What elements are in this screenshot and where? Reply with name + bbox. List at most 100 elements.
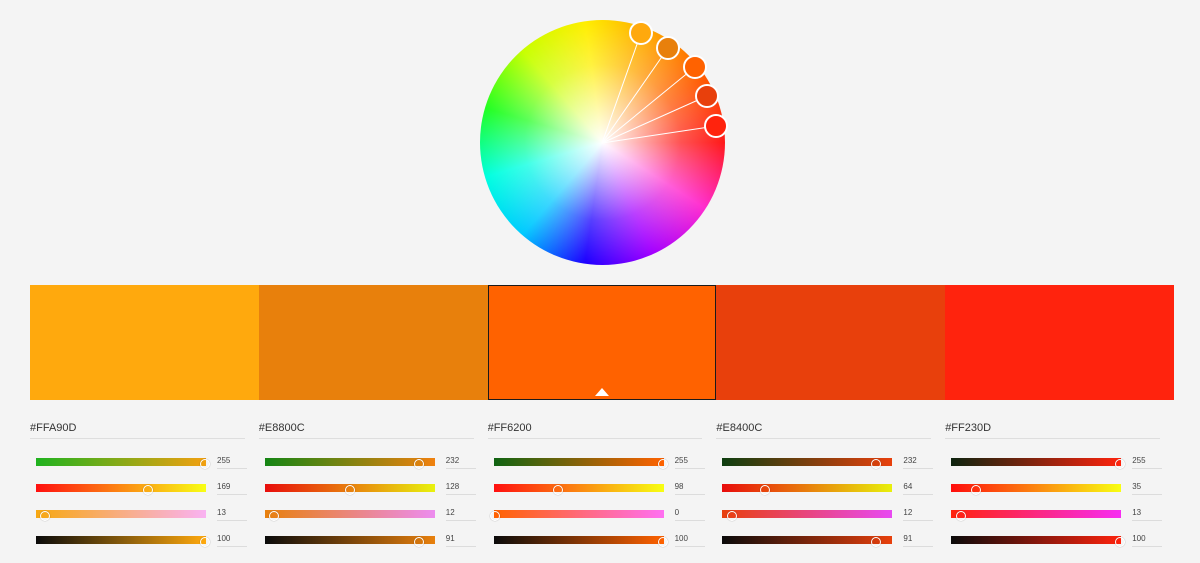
hex-field-row [258,418,474,439]
wheel-handle-4[interactable] [695,84,719,108]
slider-thumb[interactable] [871,537,882,547]
swatch-2[interactable] [258,285,488,400]
slider-value[interactable]: 12 [445,506,476,521]
slider-thumb[interactable] [142,485,153,495]
slider-row: 128 [264,480,476,495]
slider-thumb[interactable] [657,459,668,469]
slider-value[interactable]: 232 [445,454,476,469]
slider-track[interactable] [951,536,1126,547]
hex-input[interactable] [30,422,190,434]
slider-value[interactable]: 100 [1132,532,1163,547]
slider-value[interactable]: 64 [903,480,934,495]
slider-track[interactable] [722,536,893,547]
slider-track[interactable] [264,458,435,469]
slider-value[interactable]: 91 [445,532,476,547]
slider-value[interactable]: 91 [903,532,934,547]
slider-value[interactable]: 35 [1132,480,1163,495]
slider-thumb[interactable] [955,511,966,521]
slider-thumb[interactable] [40,511,51,521]
color-column-1: 255 169 13 100 [30,418,259,563]
slider-thumb[interactable] [726,511,737,521]
slider-value[interactable]: 0 [674,506,705,521]
slider-value[interactable]: 255 [674,454,705,469]
slider-row: 91 [264,532,476,547]
slider-value[interactable]: 255 [217,454,247,469]
slider-thumb[interactable] [871,459,882,469]
slider-row: 100 [36,532,247,547]
hex-field-row [30,418,245,439]
slider-track[interactable] [722,484,893,495]
wheel-handle-5[interactable] [704,114,728,138]
slider-track[interactable] [36,510,206,521]
slider-thumb[interactable] [413,537,424,547]
slider-value[interactable]: 169 [217,480,247,495]
slider-row: 100 [951,532,1163,547]
slider-thumb[interactable] [344,485,355,495]
slider-thumb[interactable] [553,485,564,495]
slider-row: 232 [264,454,476,469]
slider-track[interactable] [36,458,210,469]
hex-input[interactable] [716,422,877,434]
swatch-5[interactable] [945,285,1174,400]
slider-track[interactable] [264,536,435,547]
slider-track[interactable] [264,510,435,521]
slider-thumb[interactable] [657,537,668,547]
slider-thumb[interactable] [1115,459,1126,469]
slider-track[interactable] [951,484,1122,495]
hex-field-row [945,418,1160,439]
slider-track[interactable] [951,458,1126,469]
slider-track[interactable] [493,484,664,495]
swatch-1[interactable] [30,285,259,400]
slider-track[interactable] [493,458,668,469]
slider-row: 255 [493,454,705,469]
slider-thumb[interactable] [1115,537,1126,547]
color-wheel-handles[interactable] [470,10,740,280]
swatch-3[interactable] [487,285,717,400]
slider-track[interactable] [489,510,664,521]
color-controls: 255 169 13 100 232 128 12 91 255 98 0 100 232 64 12… [30,418,1174,563]
slider-row: 35 [951,480,1163,495]
hex-input[interactable] [487,422,648,434]
slider-row: 0 [489,506,705,521]
swatch-4[interactable] [716,285,946,400]
slider-track[interactable] [493,536,668,547]
slider-value[interactable]: 255 [1132,454,1163,469]
slider-row: 232 [722,454,934,469]
hex-field-row [716,418,932,439]
hex-input[interactable] [945,422,1106,434]
slider-track[interactable] [36,536,210,547]
slider-value[interactable]: 98 [674,480,705,495]
slider-thumb[interactable] [269,511,280,521]
slider-thumb[interactable] [970,485,981,495]
slider-thumb[interactable] [760,485,771,495]
slider-thumb[interactable] [413,459,424,469]
slider-track[interactable] [264,484,435,495]
slider-value[interactable]: 12 [903,506,934,521]
slider-track[interactable] [36,484,206,495]
wheel-handle-1[interactable] [629,21,653,45]
slider-thumb[interactable] [200,459,210,469]
slider-value[interactable]: 13 [1132,506,1163,521]
color-column-2: 232 128 12 91 [258,418,488,563]
slider-value[interactable]: 232 [903,454,934,469]
slider-value[interactable]: 100 [217,532,247,547]
wheel-handle-3[interactable] [683,55,707,79]
slider-value[interactable]: 128 [445,480,476,495]
slider-value[interactable]: 13 [217,506,247,521]
slider-track[interactable] [951,510,1122,521]
slider-value[interactable]: 100 [674,532,705,547]
slider-row: 12 [264,506,476,521]
slider-row: 98 [493,480,705,495]
slider-track[interactable] [722,510,893,521]
slider-thumb[interactable] [489,511,500,521]
color-column-4: 232 64 12 91 [716,418,945,563]
hex-input[interactable] [258,422,419,434]
slider-thumb[interactable] [200,537,210,547]
slider-row: 100 [493,532,705,547]
color-wheel-area [0,0,1200,280]
hex-field-row [487,418,703,439]
slider-row: 12 [722,506,934,521]
wheel-handle-2[interactable] [656,36,680,60]
color-column-5: 255 35 13 100 [945,418,1174,563]
slider-track[interactable] [722,458,893,469]
